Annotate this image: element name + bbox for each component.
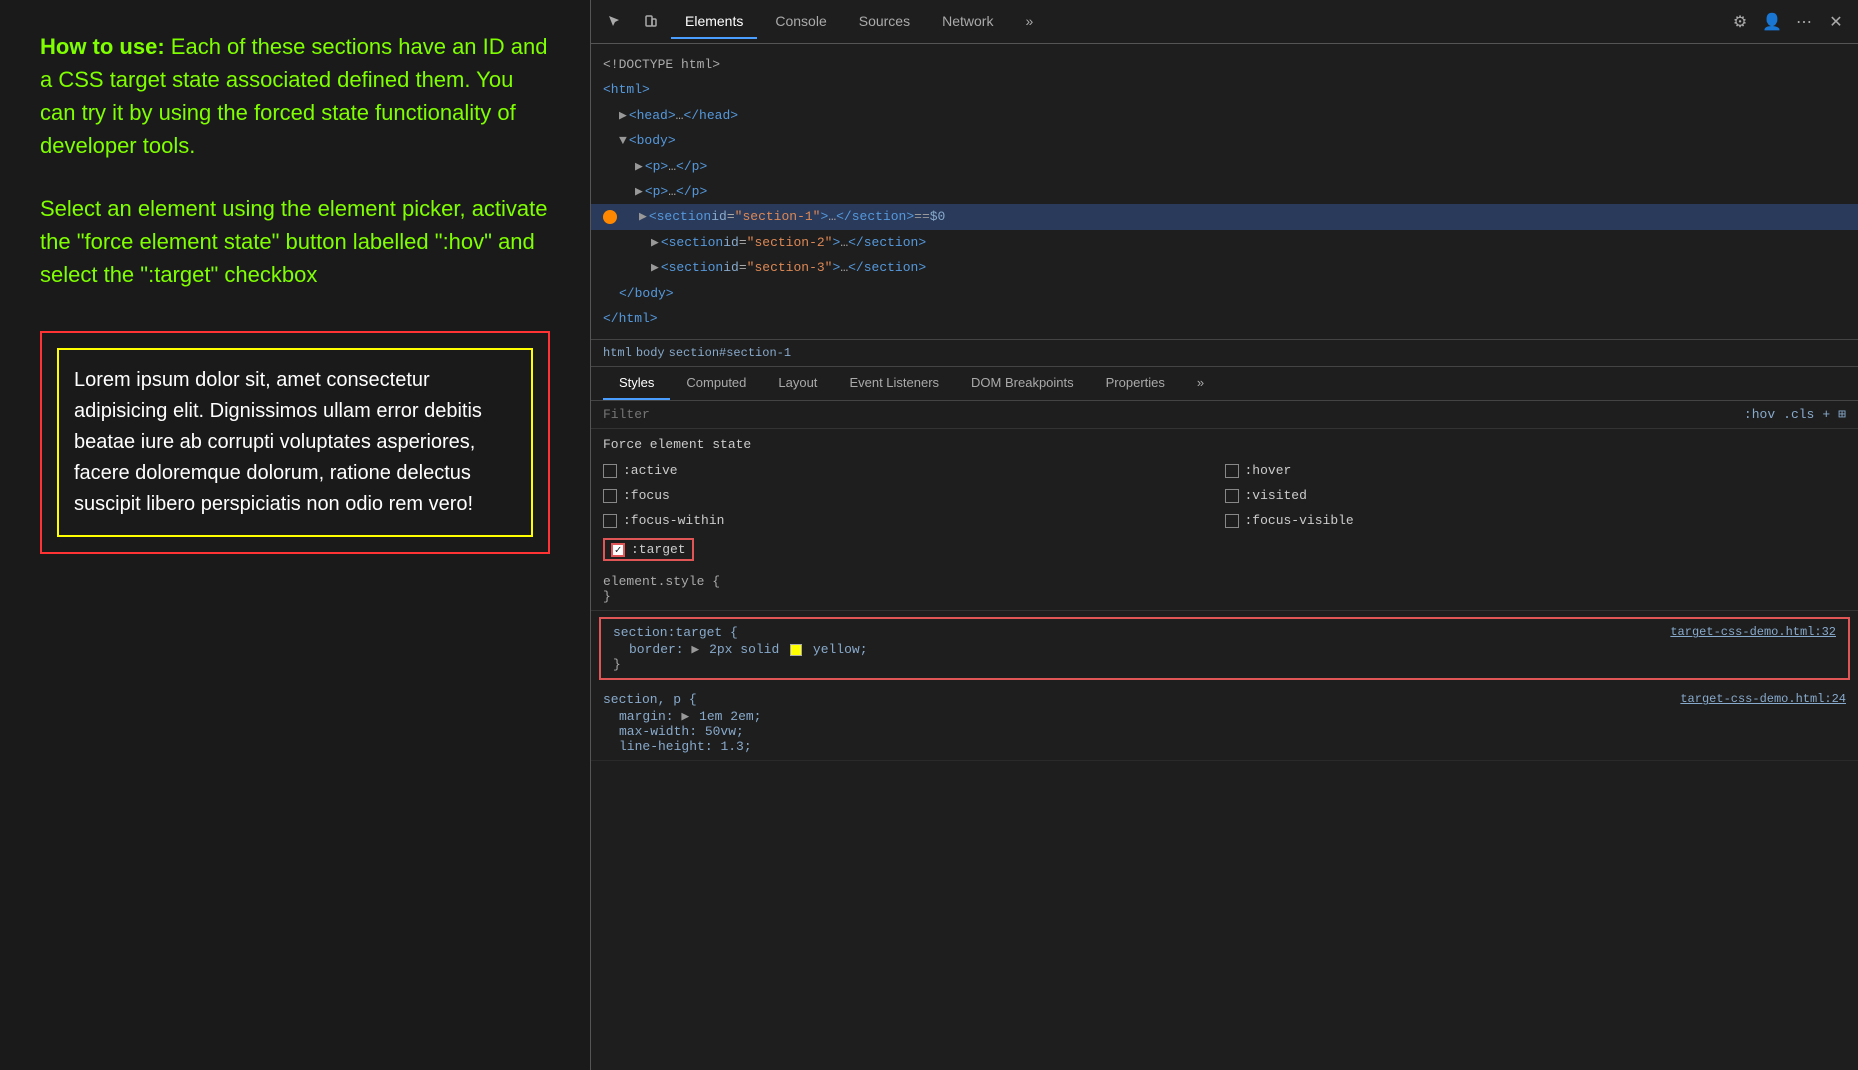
how-to-use-label: How to use: bbox=[40, 34, 165, 59]
styles-panel: :hov .cls + ⊞ Force element state :activ… bbox=[591, 401, 1858, 1070]
tab-console[interactable]: Console bbox=[761, 5, 840, 39]
tree-doctype: <!DOCTYPE html> bbox=[603, 52, 1846, 77]
tree-head: ▶ <head>…</head> bbox=[603, 103, 1846, 128]
tab-network[interactable]: Network bbox=[928, 5, 1007, 39]
checkbox-focus[interactable] bbox=[603, 489, 617, 503]
checkbox-target-label: :target bbox=[631, 542, 686, 557]
checkbox-active[interactable] bbox=[603, 464, 617, 478]
tab-properties[interactable]: Properties bbox=[1090, 367, 1181, 400]
checkbox-hover-row: :hover bbox=[1225, 460, 1847, 481]
checkbox-focus-label: :focus bbox=[623, 488, 670, 503]
breadcrumb-html[interactable]: html bbox=[603, 346, 632, 360]
lorem-text: Lorem ipsum dolor sit, amet consectetur … bbox=[74, 365, 516, 520]
breadcrumb: html body section#section-1 bbox=[591, 340, 1858, 367]
hov-button[interactable]: :hov bbox=[1744, 407, 1775, 422]
section-inner-box: Lorem ipsum dolor sit, amet consectetur … bbox=[57, 348, 533, 537]
checkbox-hover[interactable] bbox=[1225, 464, 1239, 478]
rule1-prop: border: ▶ 2px solid yellow; bbox=[629, 642, 868, 657]
rule1-expand[interactable]: ▶ bbox=[691, 642, 699, 657]
section-outer-box: Lorem ipsum dolor sit, amet consectetur … bbox=[40, 331, 550, 554]
rule1-close: } bbox=[613, 657, 1836, 672]
checkbox-visited-row: :visited bbox=[1225, 485, 1847, 506]
new-rule-icon[interactable]: ⊞ bbox=[1838, 407, 1846, 422]
breadcrumb-body[interactable]: body bbox=[636, 346, 665, 360]
checkbox-target-row: :target bbox=[603, 535, 1225, 564]
yellow-color-swatch bbox=[790, 644, 802, 656]
tree-html-open: <html> bbox=[603, 77, 1846, 102]
checkbox-focus-within-label: :focus-within bbox=[623, 513, 724, 528]
checkbox-focus-row: :focus bbox=[603, 485, 1225, 506]
rule2-prop3: line-height: 1.3; bbox=[619, 739, 752, 754]
close-icon[interactable]: ✕ bbox=[1822, 8, 1850, 36]
add-style-button[interactable]: + bbox=[1822, 407, 1830, 422]
breadcrumb-section[interactable]: section#section-1 bbox=[669, 346, 791, 360]
element-picker-icon[interactable] bbox=[599, 6, 631, 38]
rule2-body: margin: ▶ 1em 2em; max-width: 50vw; line… bbox=[603, 709, 1846, 754]
tree-body-open: ▼ <body> bbox=[603, 128, 1846, 153]
style-tabs-row: Styles Computed Layout Event Listeners D… bbox=[591, 367, 1858, 401]
checkbox-visited[interactable] bbox=[1225, 489, 1239, 503]
element-style-block: element.style { } bbox=[591, 568, 1858, 611]
tab-dom-breakpoints[interactable]: DOM Breakpoints bbox=[955, 367, 1090, 400]
tab-sources[interactable]: Sources bbox=[845, 5, 924, 39]
rule1-header: section:target { target-css-demo.html:32 bbox=[613, 625, 1836, 640]
tab-event-listeners[interactable]: Event Listeners bbox=[833, 367, 955, 400]
checkbox-hover-label: :hover bbox=[1245, 463, 1292, 478]
tree-section1-selected[interactable]: ▶ <section id="section-1" >… </section> … bbox=[591, 204, 1858, 229]
rule1-link[interactable]: target-css-demo.html:32 bbox=[1670, 625, 1836, 639]
filter-actions: :hov .cls + ⊞ bbox=[1744, 407, 1846, 422]
how-to-use-text: How to use: Each of these sections have … bbox=[40, 30, 550, 162]
user-icon[interactable]: 👤 bbox=[1758, 8, 1786, 36]
left-panel: How to use: Each of these sections have … bbox=[0, 0, 590, 1070]
section-p-rule: section, p { target-css-demo.html:24 mar… bbox=[591, 686, 1858, 761]
tree-section3[interactable]: ▶ <section id="section-3" >… </section> bbox=[603, 255, 1846, 280]
device-toolbar-icon[interactable] bbox=[635, 6, 667, 38]
more-icon[interactable]: ⋯ bbox=[1790, 8, 1818, 36]
checkbox-active-row: :active bbox=[603, 460, 1225, 481]
tab-computed[interactable]: Computed bbox=[670, 367, 762, 400]
checkbox-focus-visible-row: :focus-visible bbox=[1225, 510, 1847, 531]
checkbox-focus-visible-label: :focus-visible bbox=[1245, 513, 1354, 528]
rule2-header: section, p { target-css-demo.html:24 bbox=[603, 692, 1846, 707]
tab-elements[interactable]: Elements bbox=[671, 5, 757, 39]
rule2-selector: section, p { bbox=[603, 692, 697, 707]
checkbox-active-label: :active bbox=[623, 463, 678, 478]
tree-p1: ▶ <p>…</p> bbox=[603, 154, 1846, 179]
rule2-prop1: margin: ▶ 1em 2em; bbox=[619, 709, 761, 724]
checkbox-focus-within-row: :focus-within bbox=[603, 510, 1225, 531]
tab-layout[interactable]: Layout bbox=[762, 367, 833, 400]
tab-styles[interactable]: Styles bbox=[603, 367, 670, 400]
rule2-expand1[interactable]: ▶ bbox=[681, 709, 689, 724]
tree-html-close: </html> bbox=[603, 306, 1846, 331]
select-element-text: Select an element using the element pick… bbox=[40, 192, 550, 291]
cls-button[interactable]: .cls bbox=[1783, 407, 1814, 422]
force-element-state-label: Force element state bbox=[591, 429, 1858, 456]
tab-more[interactable]: » bbox=[1011, 5, 1047, 39]
element-style-open: element.style { bbox=[603, 574, 720, 589]
rule2-prop2: max-width: 50vw; bbox=[619, 724, 744, 739]
rule2-link[interactable]: target-css-demo.html:24 bbox=[1680, 692, 1846, 706]
tree-section2[interactable]: ▶ <section id="section-2" >… </section> bbox=[603, 230, 1846, 255]
html-tree: <!DOCTYPE html> <html> ▶ <head>…</head> … bbox=[591, 44, 1858, 340]
section-target-rule: section:target { target-css-demo.html:32… bbox=[599, 617, 1850, 680]
settings-icon[interactable]: ⚙ bbox=[1726, 8, 1754, 36]
rule1-body: border: ▶ 2px solid yellow; bbox=[613, 642, 1836, 657]
tab-style-more[interactable]: » bbox=[1181, 367, 1220, 400]
checkbox-grid: :active :hover :focus :visited :focus-wi… bbox=[591, 456, 1858, 568]
tree-p2: ▶ <p>…</p> bbox=[603, 179, 1846, 204]
devtools-top-tabs: Elements Console Sources Network » ⚙ 👤 ⋯… bbox=[591, 0, 1858, 44]
checkbox-visited-label: :visited bbox=[1245, 488, 1307, 503]
rule1-selector: section:target { bbox=[613, 625, 738, 640]
target-border-box: :target bbox=[603, 538, 694, 561]
filter-input[interactable] bbox=[603, 407, 1736, 422]
devtools-panel: Elements Console Sources Network » ⚙ 👤 ⋯… bbox=[590, 0, 1858, 1070]
element-style-close: } bbox=[603, 589, 611, 604]
checkbox-focus-visible[interactable] bbox=[1225, 514, 1239, 528]
tree-body-close: </body> bbox=[603, 281, 1846, 306]
rule1-prop-name: border: bbox=[629, 642, 684, 657]
checkbox-target[interactable] bbox=[611, 543, 625, 557]
filter-row: :hov .cls + ⊞ bbox=[591, 401, 1858, 429]
checkbox-focus-within[interactable] bbox=[603, 514, 617, 528]
